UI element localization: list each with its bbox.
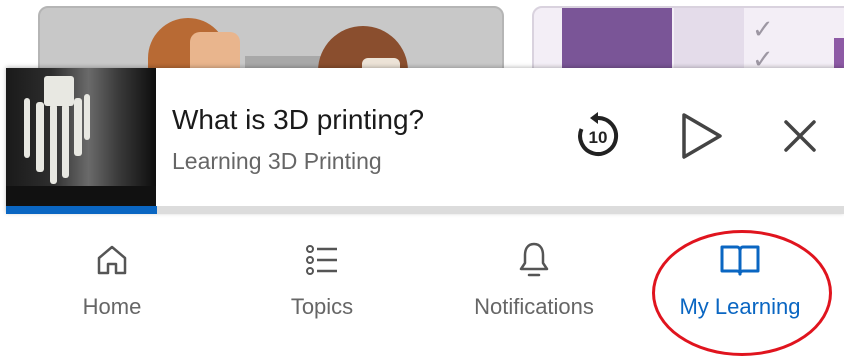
printed-object-shape — [74, 98, 82, 156]
nav-label-my-learning: My Learning — [679, 294, 801, 319]
playback-progress-bar[interactable] — [6, 206, 844, 214]
close-button[interactable] — [772, 108, 828, 164]
bell-icon — [516, 238, 552, 282]
print-bed — [6, 186, 156, 208]
printed-object-shape — [24, 98, 30, 158]
printed-object-shape — [62, 104, 69, 178]
play-button[interactable] — [674, 108, 730, 164]
playback-progress-fill — [6, 206, 157, 214]
close-icon — [784, 120, 816, 152]
nav-item-notifications[interactable]: Notifications — [444, 238, 624, 328]
nav-label-home: Home — [82, 294, 142, 319]
checkmark-icon: ✓ — [752, 14, 774, 44]
nav-label-notifications: Notifications — [474, 294, 594, 319]
video-thumbnail[interactable] — [6, 68, 156, 208]
printed-object-shape — [44, 76, 74, 106]
mini-player[interactable]: What is 3D printing? Learning 3D Printin… — [6, 68, 844, 214]
printed-object-shape — [50, 104, 57, 184]
rewind-seconds-label: 10 — [589, 128, 608, 147]
nav-item-home[interactable]: Home — [22, 238, 202, 328]
video-title[interactable]: What is 3D printing? — [172, 104, 424, 136]
course-title[interactable]: Learning 3D Printing — [172, 148, 382, 175]
topics-list-icon — [303, 238, 341, 282]
nav-label-topics: Topics — [290, 294, 354, 319]
rewind-10-icon: 10 — [578, 112, 619, 156]
printed-object-shape — [84, 94, 90, 140]
illustration-shape — [562, 8, 672, 74]
bottom-navigation-bar: Home Topics Notifications My Learning — [0, 220, 844, 358]
play-icon — [682, 113, 722, 159]
book-icon — [719, 238, 761, 282]
printed-object-shape — [36, 102, 44, 172]
nav-item-topics[interactable]: Topics — [232, 238, 412, 328]
home-icon — [94, 238, 130, 282]
nav-item-my-learning[interactable]: My Learning — [650, 238, 830, 328]
rewind-10-button[interactable]: 10 — [570, 108, 626, 164]
illustration-shape — [674, 8, 744, 74]
